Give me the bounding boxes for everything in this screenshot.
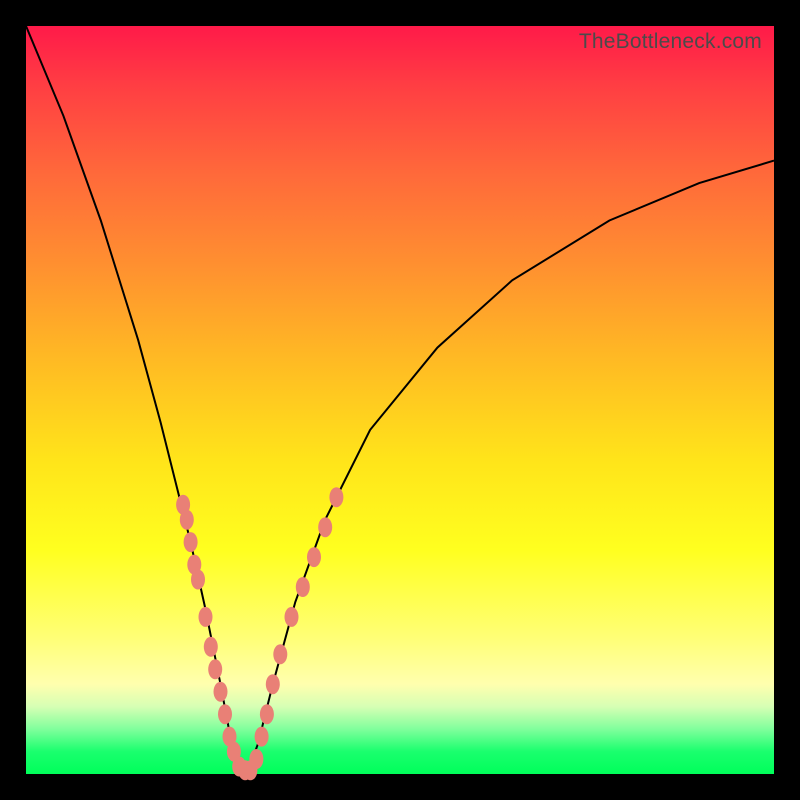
bottleneck-line: [26, 26, 774, 774]
bottleneck-curve-svg: [26, 26, 774, 774]
cluster-dots-left: [176, 495, 252, 781]
chart-frame: TheBottleneck.com: [26, 26, 774, 774]
cluster-dots-right: [243, 487, 343, 780]
